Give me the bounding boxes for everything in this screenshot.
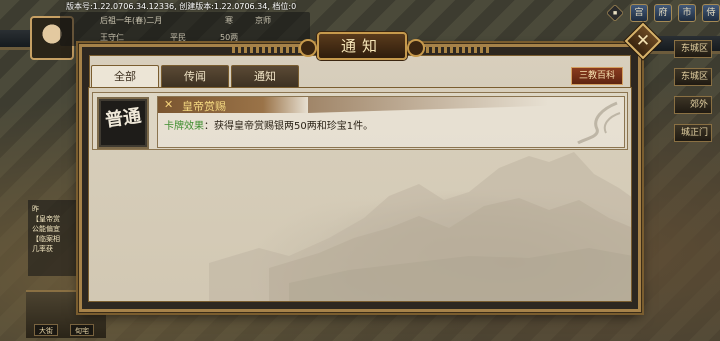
player-info-bar: 后祖一年(春)二月 寒 京师 王守仁 平民 50两 <box>60 12 310 46</box>
event-log-line: 【皇帝赏 <box>32 215 60 223</box>
card-body: ✕ 皇帝赏赐 卡牌效果：获得皇帝赏赐银两50两和珍宝1件。 <box>157 96 625 148</box>
title-ornament-right <box>420 47 490 53</box>
side-button-suburbs[interactable]: 郊外 <box>674 96 712 114</box>
encyclopedia-button[interactable]: 三教百科 <box>571 67 623 85</box>
event-log-panel: 昨 【皇帝赏 公能偏宜 【临案相 几率获 <box>28 200 80 276</box>
effect-separator: ： <box>204 121 214 132</box>
brush-stroke-decoration <box>308 97 608 113</box>
palace-icon[interactable]: 宫 <box>630 4 648 22</box>
card-description: 卡牌效果：获得皇帝赏赐银两50两和珍宝1件。 <box>164 117 373 132</box>
title-ornament-left <box>232 47 302 53</box>
player-rank: 平民 <box>170 33 186 42</box>
effect-text: 获得皇帝赏赐银两50两和珍宝1件。 <box>214 121 374 132</box>
notification-list[interactable]: 普通 ✕ 皇帝赏赐 卡牌效果：获得皇帝赏赐银两50两和珍宝1件。 <box>88 87 632 302</box>
notification-card[interactable]: 普通 ✕ 皇帝赏赐 卡牌效果：获得皇帝赏赐银两50两和珍宝1件。 <box>92 92 628 150</box>
side-button-east-district[interactable]: 东城区 <box>674 40 712 58</box>
event-log-line: 公能偏宜 <box>32 225 60 233</box>
card-title: 皇帝赏赐 <box>182 100 226 113</box>
rarity-badge-text: 普通 <box>103 105 143 132</box>
event-log-line: 【临案相 <box>32 235 60 243</box>
close-icon: ✕ <box>635 31 651 51</box>
tab-all[interactable]: 全部 <box>91 65 159 88</box>
dialog-title: 通知 <box>299 32 425 60</box>
era-text: 后祖一年(春)二月 <box>100 16 163 25</box>
market-icon[interactable]: 市 <box>678 4 696 22</box>
tab-rumors[interactable]: 传闻 <box>161 65 229 87</box>
card-header-banner <box>158 97 308 113</box>
cross-swords-icon: ✕ <box>164 98 174 111</box>
residence-button[interactable]: 旬宅 <box>70 324 94 336</box>
player-name: 王守仁 <box>100 33 124 42</box>
money-text: 50两 <box>220 33 239 42</box>
side-button-east-district-2[interactable]: 东城区 <box>674 68 712 86</box>
ink-swirl-decoration <box>577 101 621 145</box>
diamond-icon[interactable]: ◆ <box>606 4 624 22</box>
rarity-badge: 普通 <box>97 97 149 149</box>
top-right-icons: ◆ 宫 府 市 侍 <box>606 4 720 22</box>
weather-text: 寒 <box>225 16 233 25</box>
event-log-line: 几率获 <box>32 245 53 253</box>
event-log-line: 昨 <box>32 205 39 213</box>
effect-label: 卡牌效果 <box>164 121 204 132</box>
servant-icon[interactable]: 侍 <box>702 4 720 22</box>
version-text: 版本号:1.22.0706.34.12336, 创建版本:1.22.0706.3… <box>66 2 297 11</box>
mansion-icon[interactable]: 府 <box>654 4 672 22</box>
tab-notices[interactable]: 通知 <box>231 65 299 87</box>
street-button[interactable]: 大街 <box>34 324 58 336</box>
side-button-city-gate[interactable]: 城正门 <box>674 124 712 142</box>
location-text: 京师 <box>255 16 271 25</box>
